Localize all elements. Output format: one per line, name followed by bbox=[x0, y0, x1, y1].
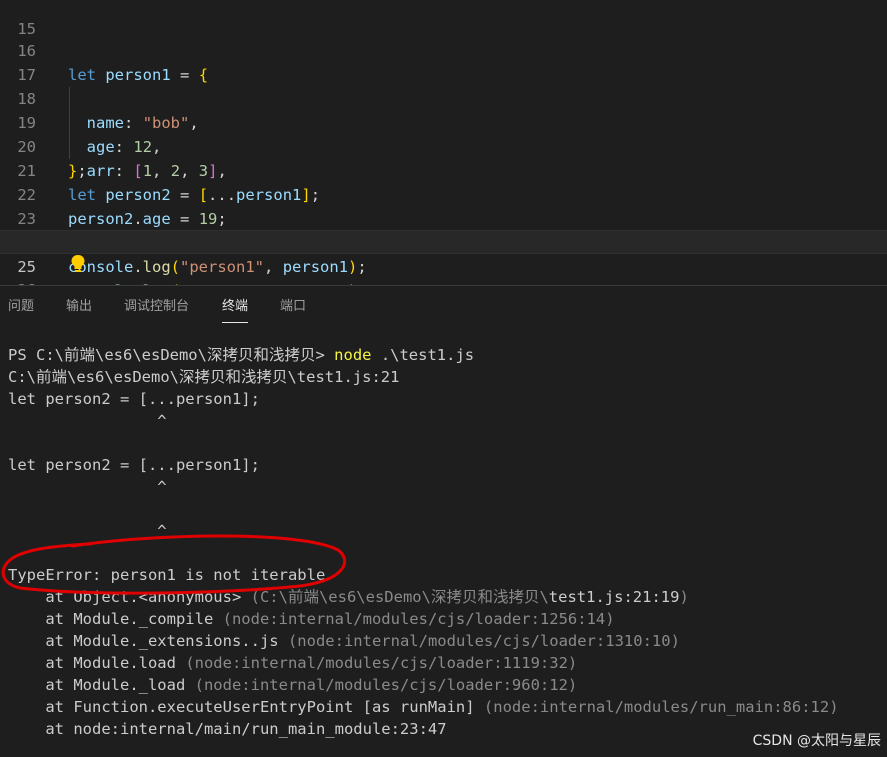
code-line[interactable]: 26 bbox=[0, 254, 887, 285]
tab-debug-console[interactable]: 调试控制台 bbox=[124, 298, 189, 316]
stack-frame: at Module._load (node:internal/modules/c… bbox=[8, 676, 578, 694]
error-location: C:\前端\es6\esDemo\深拷贝和浅拷贝\test1.js:21 bbox=[8, 368, 400, 386]
error-caret: ^ bbox=[8, 478, 167, 496]
stack-frame: at Module.load (node:internal/modules/cj… bbox=[8, 654, 578, 672]
stack-frame: at Function.executeUserEntryPoint [as ru… bbox=[8, 698, 839, 716]
error-source-line: let person2 = [...person1]; bbox=[8, 390, 260, 408]
code-line[interactable]: 21 let person2 = [...person1]; bbox=[0, 135, 887, 204]
stack-frame: at Object.<anonymous> (C:\前端\es6\esDemo\… bbox=[8, 588, 689, 606]
error-message: TypeError: person1 is not iterable bbox=[8, 566, 326, 584]
code-line[interactable]: 19 arr: [1, 2, 3], bbox=[0, 87, 887, 180]
terminal-command-args: .\test1.js bbox=[371, 346, 475, 364]
lightbulb-icon[interactable] bbox=[70, 254, 86, 274]
code-line[interactable]: 24 console.log("person1", person1); bbox=[0, 207, 887, 276]
error-caret: ^ bbox=[8, 522, 167, 540]
code-line[interactable]: 16 let person1 = { bbox=[0, 15, 887, 84]
tab-problems[interactable]: 问题 bbox=[8, 298, 34, 316]
code-line[interactable]: 17 name: "bob", bbox=[0, 39, 887, 132]
tab-terminal[interactable]: 终端 bbox=[222, 298, 249, 323]
code-line[interactable]: 18 age: 12, bbox=[0, 63, 887, 156]
error-caret: ^ bbox=[8, 412, 167, 430]
terminal-prompt: PS C:\前端\es6\esDemo\深拷贝和浅拷贝> bbox=[8, 346, 325, 364]
stack-frame: at Module._extensions..js (node:internal… bbox=[8, 632, 680, 650]
stack-frame: at node:internal/main/run_main_module:23… bbox=[8, 720, 447, 738]
terminal-command-name: node bbox=[334, 346, 372, 364]
tab-output[interactable]: 输出 bbox=[66, 298, 92, 316]
code-line-current[interactable]: 25 console.log("person2", person2); bbox=[0, 230, 887, 285]
panel-tab-bar: 问题 输出 调试控制台 终端 端口 bbox=[0, 286, 887, 326]
watermark: CSDN @太阳与星辰 bbox=[752, 733, 881, 749]
stack-frame: at Module._compile (node:internal/module… bbox=[8, 610, 615, 628]
code-line[interactable]: 22 person2.age = 19; bbox=[0, 159, 887, 228]
code-line[interactable]: 20 }; bbox=[0, 111, 887, 180]
error-source-line: let person2 = [...person1]; bbox=[8, 456, 260, 474]
line-number: 26 bbox=[0, 278, 36, 285]
bottom-panel: 问题 输出 调试控制台 终端 端口 PS C:\前端\es6\esDemo\深拷… bbox=[0, 285, 887, 757]
terminal-prompt-line: PS C:\前端\es6\esDemo\深拷贝和浅拷贝> node .\test… bbox=[8, 344, 474, 366]
code-editor[interactable]: 15 16 let person1 = { 17 name: "bob", 18… bbox=[0, 0, 887, 285]
tab-ports[interactable]: 端口 bbox=[280, 298, 306, 316]
code-line[interactable]: 23 person2.arr[1] = 10000; bbox=[0, 183, 887, 252]
